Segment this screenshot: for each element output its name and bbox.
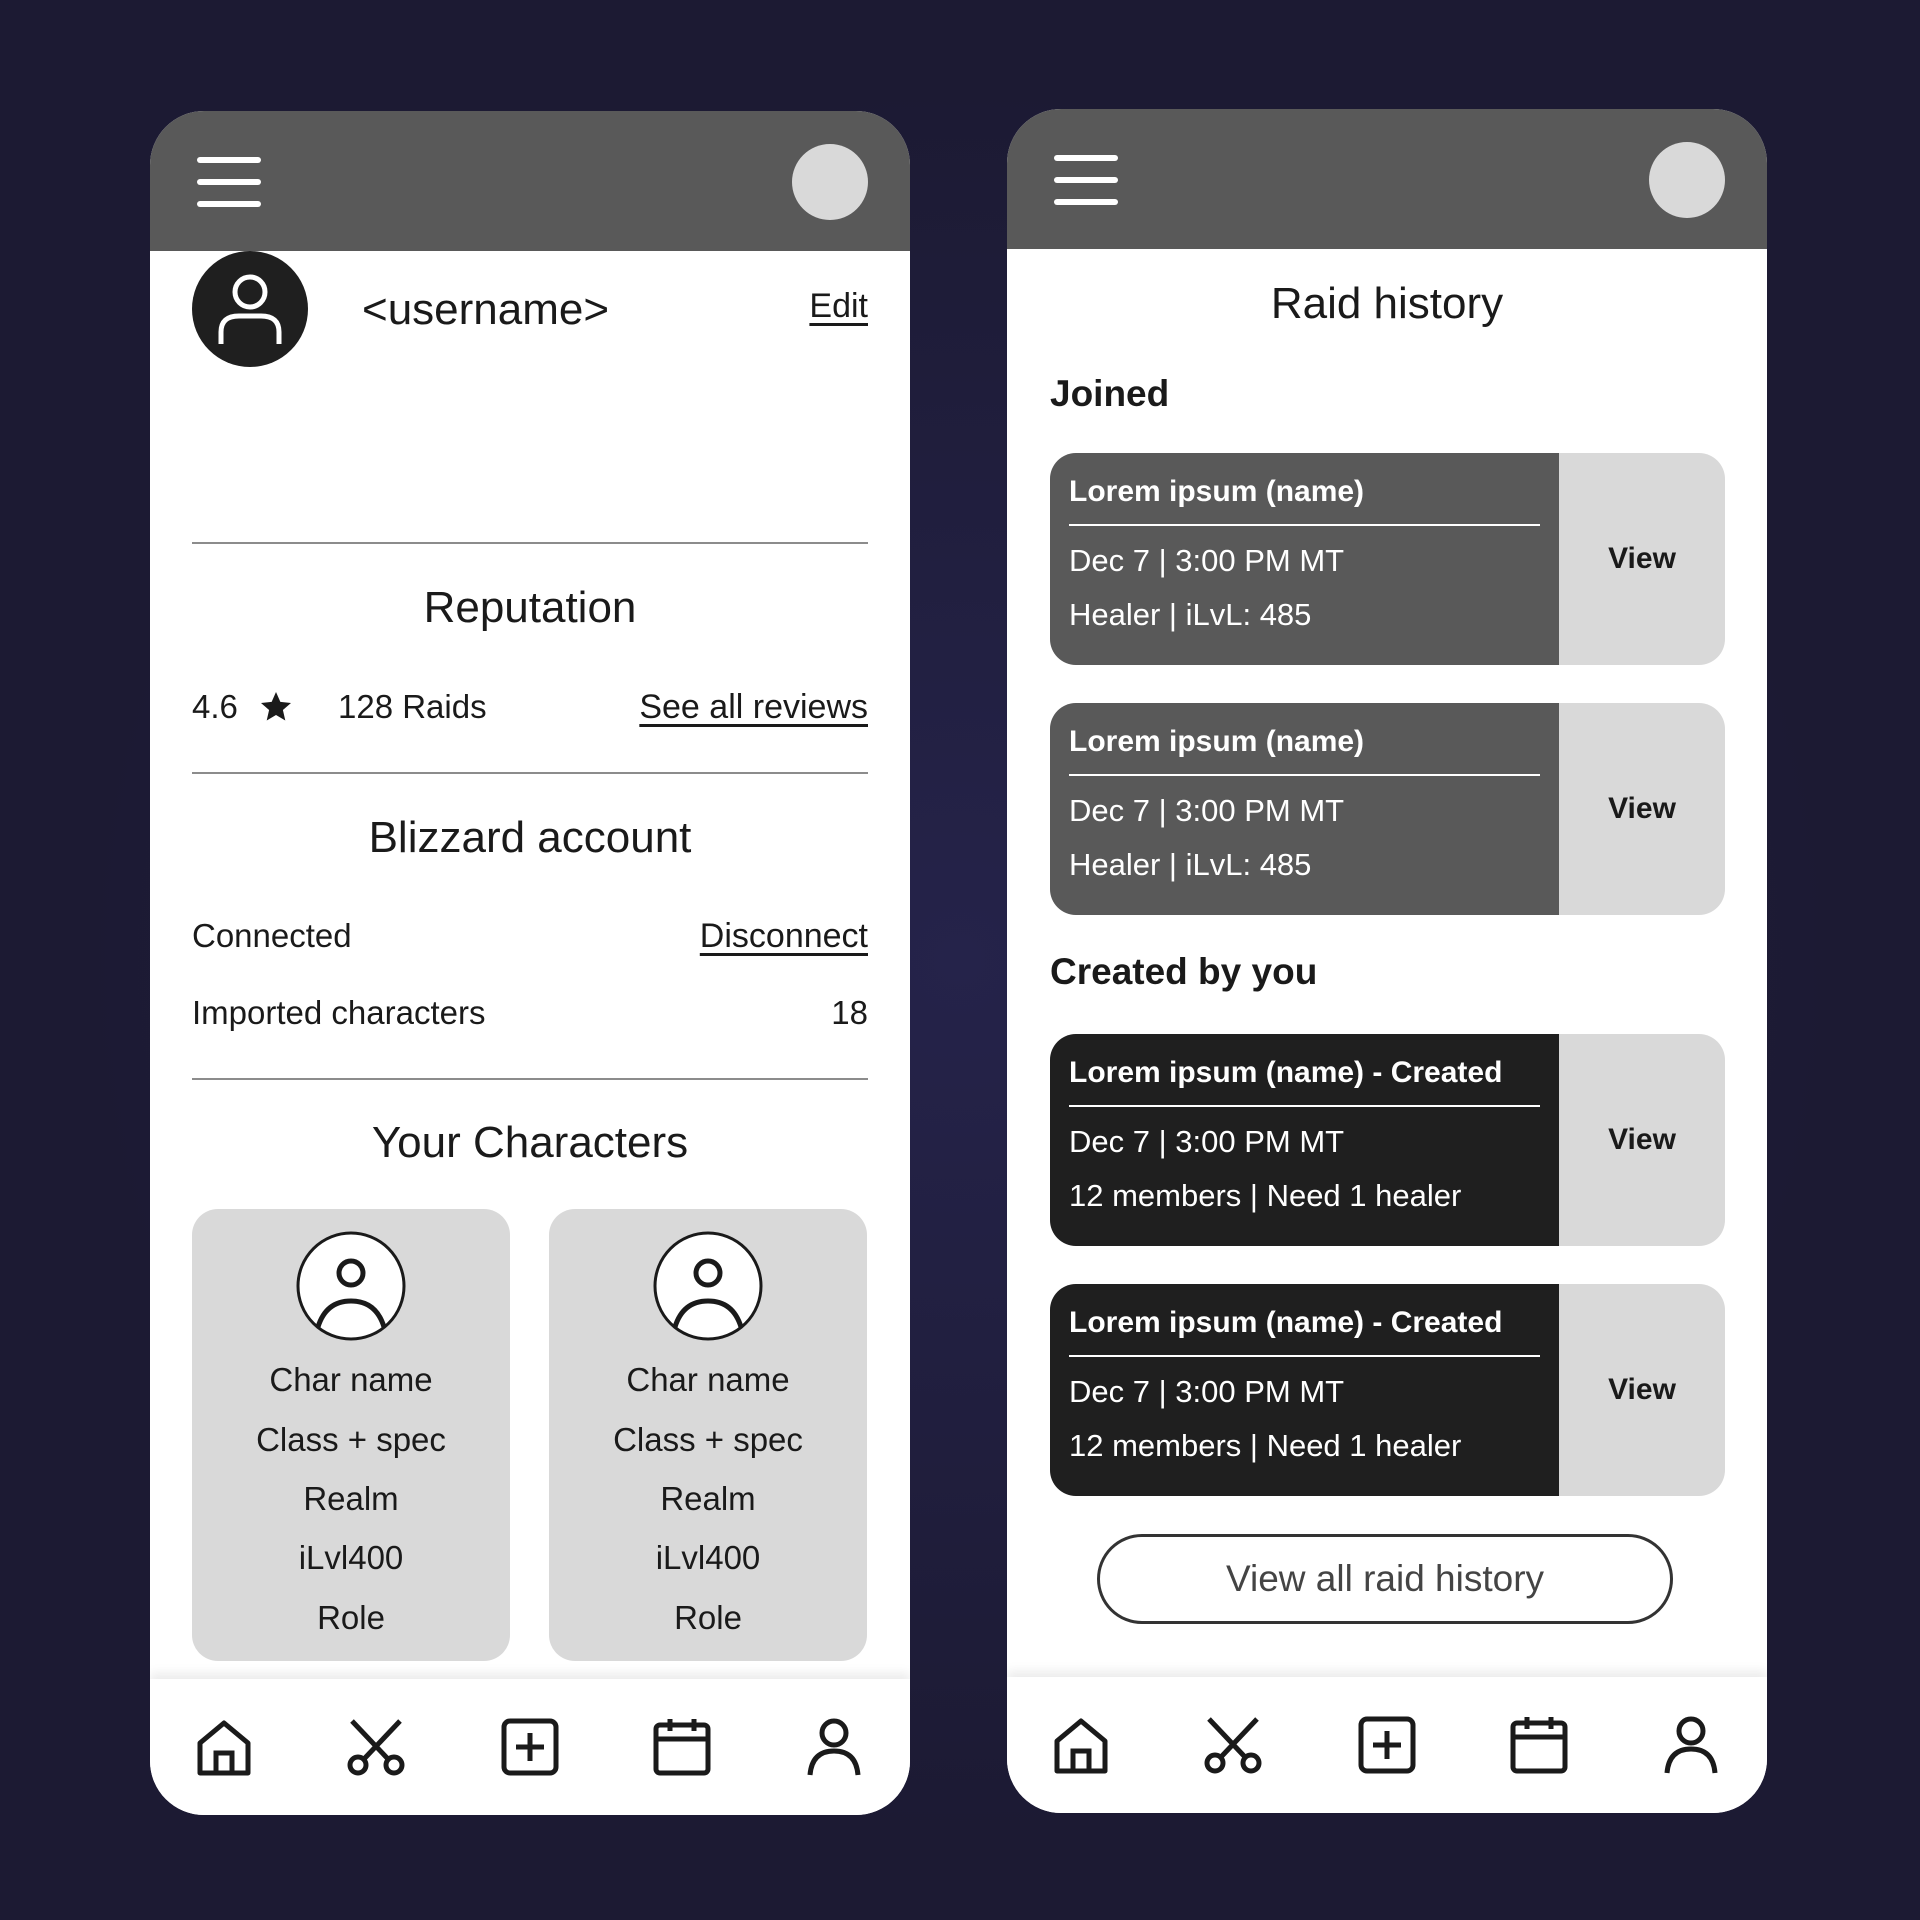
raid-detail: Healer | iLvL: 485 xyxy=(1069,847,1312,882)
raid-detail: 12 members | Need 1 healer xyxy=(1069,1178,1462,1213)
view-button[interactable]: View xyxy=(1559,1284,1725,1496)
view-button[interactable]: View xyxy=(1559,453,1725,665)
raid-datetime: Dec 7 | 3:00 PM MT xyxy=(1069,793,1345,828)
home-icon[interactable] xyxy=(194,1717,254,1777)
reputation-title: Reputation xyxy=(423,583,637,632)
divider xyxy=(192,1078,868,1080)
raid-card-body: Lorem ipsum (name) Dec 7 | 3:00 PM MT He… xyxy=(1050,453,1559,665)
disconnect-link[interactable]: Disconnect xyxy=(700,917,868,956)
raid-card-body: Lorem ipsum (name) - Created Dec 7 | 3:0… xyxy=(1050,1284,1559,1496)
imported-characters-label: Imported characters xyxy=(192,994,486,1031)
blizzard-title: Blizzard account xyxy=(368,813,692,862)
raid-name: Lorem ipsum (name) xyxy=(1069,475,1365,508)
menu-icon[interactable] xyxy=(197,157,261,207)
character-realm: Realm xyxy=(660,1480,756,1517)
bottom-nav xyxy=(150,1679,910,1815)
divider xyxy=(1069,1355,1540,1357)
character-card[interactable]: Char name Class + spec Realm iLvl400 Rol… xyxy=(192,1209,510,1661)
raid-card-body: Lorem ipsum (name) Dec 7 | 3:00 PM MT He… xyxy=(1050,703,1559,915)
view-button[interactable]: View xyxy=(1559,703,1725,915)
character-avatar-icon xyxy=(653,1231,763,1341)
rating-value: 4.6 xyxy=(192,688,238,725)
account-avatar[interactable] xyxy=(792,144,868,220)
character-card[interactable]: Char name Class + spec Realm iLvl400 Rol… xyxy=(549,1209,867,1661)
divider xyxy=(1069,524,1540,526)
divider xyxy=(1069,1105,1540,1107)
add-square-icon[interactable] xyxy=(1357,1715,1417,1775)
character-role: Role xyxy=(674,1599,742,1636)
profile-screen: <username> Edit Reputation 4.6 128 Raids… xyxy=(150,111,910,1815)
add-square-icon[interactable] xyxy=(500,1717,560,1777)
crossed-swords-icon[interactable] xyxy=(346,1717,406,1777)
star-icon xyxy=(258,689,294,725)
character-realm: Realm xyxy=(303,1480,399,1517)
characters-title: Your Characters xyxy=(371,1118,689,1167)
home-icon[interactable] xyxy=(1051,1715,1111,1775)
raid-datetime: Dec 7 | 3:00 PM MT xyxy=(1069,1124,1345,1159)
menu-icon[interactable] xyxy=(1054,155,1118,205)
username: <username> xyxy=(362,285,610,334)
divider xyxy=(1069,774,1540,776)
user-avatar-icon xyxy=(192,251,308,367)
imported-characters-count: 18 xyxy=(831,994,868,1031)
character-class-spec: Class + spec xyxy=(256,1421,446,1458)
calendar-icon[interactable] xyxy=(1509,1715,1569,1775)
joined-heading: Joined xyxy=(1050,373,1170,414)
character-avatar-icon xyxy=(296,1231,406,1341)
character-ilvl: iLvl400 xyxy=(298,1539,404,1576)
edit-profile-link[interactable]: Edit xyxy=(809,287,868,326)
profile-icon[interactable] xyxy=(1661,1715,1721,1775)
crossed-swords-icon[interactable] xyxy=(1203,1715,1263,1775)
raid-card: Lorem ipsum (name) - Created Dec 7 | 3:0… xyxy=(1050,1284,1725,1496)
raid-card: Lorem ipsum (name) - Created Dec 7 | 3:0… xyxy=(1050,1034,1725,1246)
character-role: Role xyxy=(317,1599,385,1636)
raid-name: Lorem ipsum (name) xyxy=(1069,725,1365,758)
raid-detail: 12 members | Need 1 healer xyxy=(1069,1428,1462,1463)
see-all-reviews-link[interactable]: See all reviews xyxy=(639,688,868,727)
account-avatar[interactable] xyxy=(1649,142,1725,218)
top-bar xyxy=(1007,109,1767,249)
bottom-nav xyxy=(1007,1677,1767,1813)
view-button[interactable]: View xyxy=(1559,1034,1725,1246)
raids-count: 128 Raids xyxy=(338,688,487,725)
raid-name: Lorem ipsum (name) - Created xyxy=(1069,1056,1503,1089)
raid-card: Lorem ipsum (name) Dec 7 | 3:00 PM MT He… xyxy=(1050,703,1725,915)
divider xyxy=(192,772,868,774)
raid-datetime: Dec 7 | 3:00 PM MT xyxy=(1069,1374,1345,1409)
view-all-raid-history-button[interactable]: View all raid history xyxy=(1097,1534,1673,1624)
raid-datetime: Dec 7 | 3:00 PM MT xyxy=(1069,543,1345,578)
character-ilvl: iLvl400 xyxy=(655,1539,761,1576)
raid-card: Lorem ipsum (name) Dec 7 | 3:00 PM MT He… xyxy=(1050,453,1725,665)
raid-name: Lorem ipsum (name) - Created xyxy=(1069,1306,1503,1339)
character-name: Char name xyxy=(626,1361,790,1398)
raid-detail: Healer | iLvL: 485 xyxy=(1069,597,1312,632)
created-heading: Created by you xyxy=(1050,951,1318,992)
character-name: Char name xyxy=(269,1361,433,1398)
profile-header: <username> Edit xyxy=(192,251,868,367)
raid-card-body: Lorem ipsum (name) - Created Dec 7 | 3:0… xyxy=(1050,1034,1559,1246)
page-title: Raid history xyxy=(1270,279,1504,328)
connection-status: Connected xyxy=(192,917,352,954)
raid-history-screen: Raid history Joined Lorem ipsum (name) D… xyxy=(1007,109,1767,1813)
character-class-spec: Class + spec xyxy=(613,1421,803,1458)
calendar-icon[interactable] xyxy=(652,1717,712,1777)
top-bar xyxy=(150,111,910,251)
divider xyxy=(192,542,868,544)
profile-icon[interactable] xyxy=(804,1717,864,1777)
